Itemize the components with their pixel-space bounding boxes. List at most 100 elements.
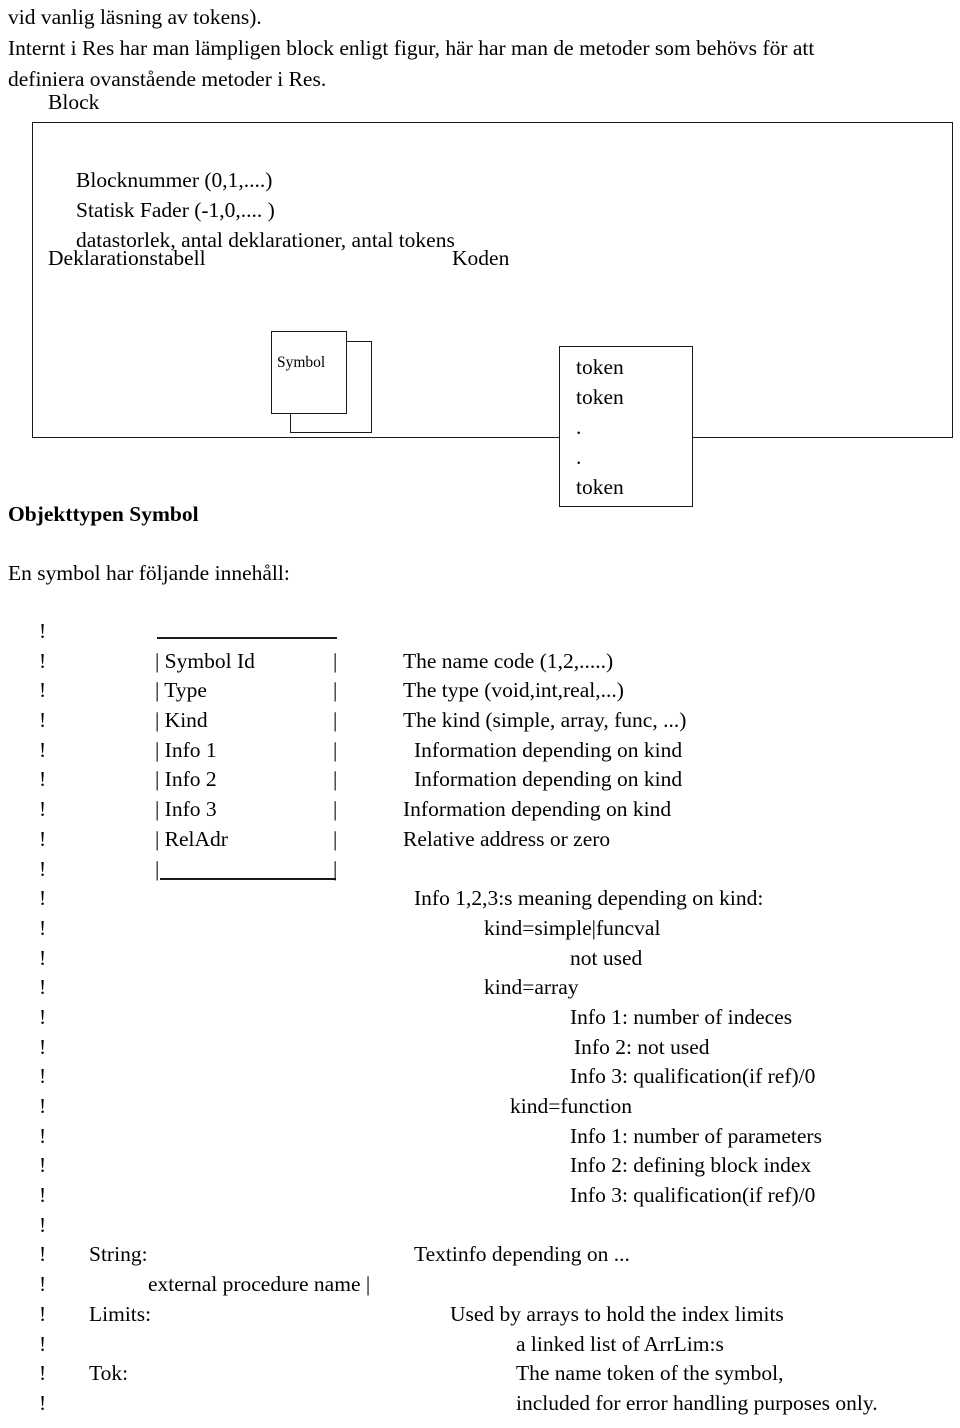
- listing-row: ! | Info 2 | Information depending on kind: [0, 767, 960, 797]
- symbol-card-front: Symbol: [271, 331, 347, 414]
- symbol-struct-listing: !! | Symbol Id | The name code (1,2,.....)!…: [0, 619, 960, 1421]
- code-token-line: token: [576, 475, 624, 499]
- listing-row: ! | RelAdr | Relative address or zero: [0, 827, 960, 857]
- listing-bang-marker: !: [39, 648, 47, 673]
- listing-row: ! kind=simple|funcval: [0, 916, 960, 946]
- listing-row: ! | |: [0, 857, 960, 887]
- struct-pipe-right: |: [333, 678, 338, 703]
- listing-row: ! | Type | The type (void,int,real,...): [0, 678, 960, 708]
- struct-field-description: Relative address or zero: [403, 826, 611, 851]
- struct-member-label: Tok:: [89, 1361, 129, 1386]
- struct-field-name: | Info 3: [155, 797, 217, 822]
- listing-bang-marker: !: [39, 975, 47, 1000]
- struct-field-name: | Info 2: [155, 767, 217, 792]
- listing-row: ! kind=function: [0, 1094, 960, 1124]
- struct-field-name: | Info 1: [155, 737, 217, 762]
- struct-note: Info 1: number of parameters: [570, 1123, 822, 1148]
- struct-note: kind=simple|funcval: [484, 915, 661, 940]
- struct-note: kind=array: [484, 975, 579, 1000]
- code-token-line: token: [576, 355, 624, 379]
- struct-field-description: Information depending on kind: [403, 797, 672, 822]
- code-token-line: token: [576, 385, 624, 409]
- code-token-box: token token . . token: [559, 346, 693, 507]
- listing-bang-marker: !: [39, 708, 47, 733]
- struct-field-name: | Type: [155, 678, 207, 703]
- listing-bang-marker: !: [39, 1212, 47, 1237]
- listing-bang-marker: !: [39, 619, 47, 643]
- listing-bang-marker: !: [39, 1390, 47, 1415]
- declaration-table-label: Deklarationstabell: [48, 246, 206, 270]
- code-token-line: .: [576, 445, 582, 469]
- listing-bang-marker: !: [39, 797, 47, 822]
- code-label: Koden: [452, 246, 510, 270]
- block-line-statisk-fader: Statisk Fader (-1,0,.... ): [76, 198, 275, 222]
- struct-note: Info 2: defining block index: [570, 1153, 812, 1178]
- struct-note: Info 1,2,3:s meaning depending on kind:: [414, 886, 764, 911]
- listing-row: ! Info 1,2,3:s meaning depending on kind:: [0, 886, 960, 916]
- struct-member-label: Limits:: [89, 1301, 152, 1326]
- listing-bang-marker: !: [39, 1064, 47, 1089]
- block-figure: Block Blocknummer (0,1,....) Statisk Fad…: [0, 88, 960, 507]
- struct-field-description: The name code (1,2,.....): [403, 648, 614, 673]
- intro-paragraph: vid vanlig läsning av tokens). Internt i…: [8, 2, 952, 95]
- struct-note: Info 3: qualification(if ref)/0: [570, 1183, 816, 1208]
- listing-row: ! external procedure name |: [0, 1272, 960, 1302]
- listing-row: ! Info 1: number of parameters: [0, 1124, 960, 1154]
- section-intro-text: En symbol har följande innehåll:: [8, 561, 290, 585]
- code-token-line: .: [576, 415, 582, 439]
- listing-row: ! | Kind | The kind (simple, array, func, .…: [0, 708, 960, 738]
- listing-row: ! Info 1: number of indeces: [0, 1005, 960, 1035]
- struct-member-description: The name token of the symbol,: [516, 1361, 784, 1386]
- listing-bang-marker: !: [39, 1242, 47, 1267]
- listing-row: ! | Info 3 | Information depending on kind: [0, 797, 960, 827]
- listing-bang-marker: !: [39, 1361, 47, 1386]
- listing-bang-marker: !: [39, 1123, 47, 1148]
- struct-field-name: | RelAdr: [155, 826, 228, 851]
- listing-bang-marker: !: [39, 1094, 47, 1118]
- listing-bang-marker: !: [39, 1331, 47, 1356]
- struct-member-description: Textinfo depending on ...: [414, 1242, 630, 1267]
- struct-field-name: | Kind: [155, 708, 208, 733]
- struct-top-rule: [157, 637, 337, 639]
- struct-bottom-rule: [160, 877, 336, 880]
- listing-row: ! Info 3: qualification(if ref)/0: [0, 1064, 960, 1094]
- listing-bang-marker: !: [39, 737, 47, 762]
- block-line-blocknummer: Blocknummer (0,1,....): [76, 168, 273, 192]
- listing-row: ! not used: [0, 946, 960, 976]
- listing-row: ! String: Textinfo depending on ...: [0, 1242, 960, 1272]
- struct-pipe-right: |: [333, 708, 338, 733]
- struct-note: external procedure name |: [148, 1272, 371, 1297]
- listing-bang-marker: !: [39, 856, 47, 881]
- struct-pipe-right: |: [333, 648, 338, 673]
- struct-field-description: The type (void,int,real,...): [403, 678, 624, 703]
- listing-row: ! | Info 1 | Information depending on kind: [0, 738, 960, 768]
- listing-row: ! Info 2: defining block index: [0, 1153, 960, 1183]
- struct-note: not used: [570, 945, 643, 970]
- listing-row: ! Info 2: not used: [0, 1035, 960, 1065]
- struct-note: kind=function: [510, 1094, 632, 1118]
- struct-note: Info 2: not used: [574, 1034, 710, 1059]
- listing-row: ! | Symbol Id | The name code (1,2,.....): [0, 649, 960, 679]
- listing-bang-marker: !: [39, 945, 47, 970]
- block-outer-box: Blocknummer (0,1,....) Statisk Fader (-1…: [32, 122, 953, 438]
- listing-row: ! a linked list of ArrLim:s: [0, 1332, 960, 1362]
- listing-row: !: [0, 619, 960, 649]
- struct-field-description: The kind (simple, array, func, ...): [403, 708, 687, 733]
- struct-field-description: Information depending on kind: [414, 737, 683, 762]
- struct-member-description: Used by arrays to hold the index limits: [450, 1301, 784, 1326]
- listing-row: ! Tok: The name token of the symbol,: [0, 1361, 960, 1391]
- listing-bang-marker: !: [39, 886, 47, 911]
- struct-note: a linked list of ArrLim:s: [516, 1331, 724, 1356]
- struct-note: included for error handling purposes onl…: [516, 1390, 878, 1415]
- figure-caption: Block: [48, 90, 100, 114]
- listing-bang-marker: !: [39, 915, 47, 940]
- symbol-card-front-label: Symbol: [277, 354, 326, 371]
- struct-pipe-right: |: [333, 797, 338, 822]
- struct-field-description: Information depending on kind: [414, 767, 683, 792]
- listing-bang-marker: !: [39, 1153, 47, 1178]
- struct-pipe-right: |: [333, 767, 338, 792]
- intro-line: vid vanlig läsning av tokens).: [8, 5, 262, 29]
- section-heading: Objekttypen Symbol: [8, 502, 199, 526]
- listing-row: ! Limits: Used by arrays to hold the index…: [0, 1302, 960, 1332]
- listing-bang-marker: !: [39, 678, 47, 703]
